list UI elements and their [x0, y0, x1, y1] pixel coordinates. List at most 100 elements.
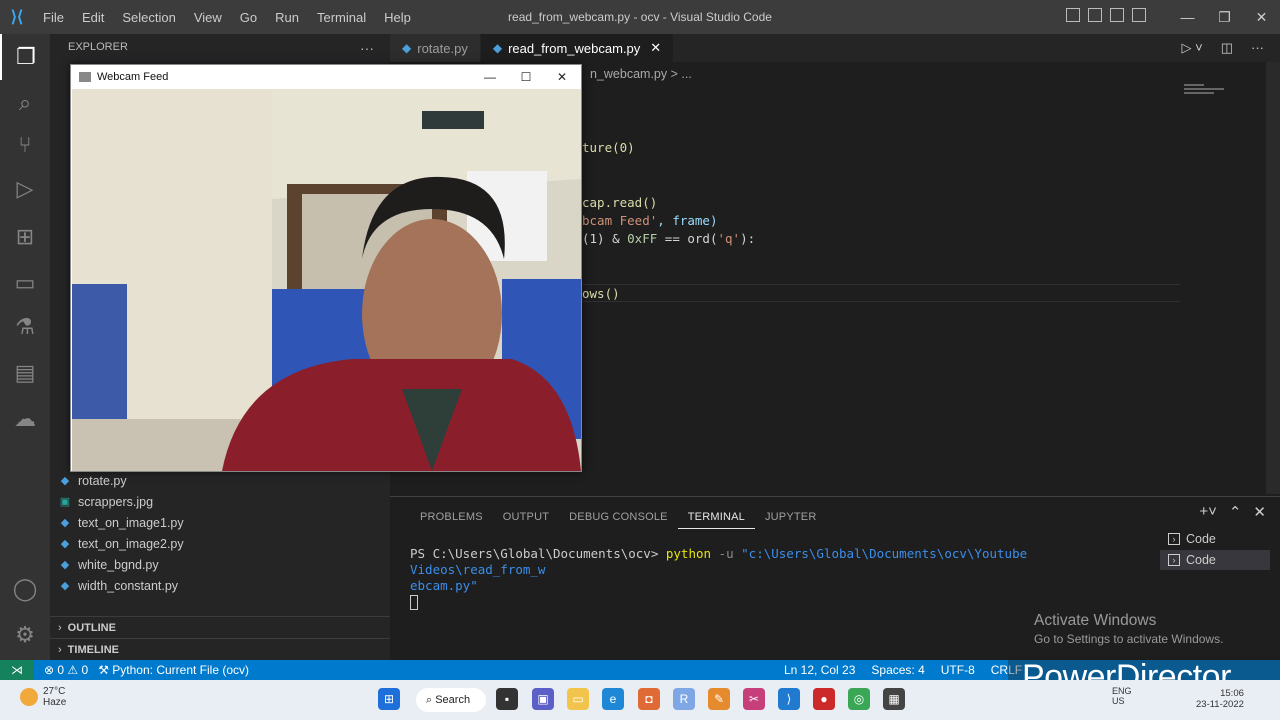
- menu-run[interactable]: Run: [266, 10, 308, 25]
- recorder-icon[interactable]: ●: [813, 688, 835, 710]
- terminal-list-item[interactable]: › Code: [1160, 550, 1270, 570]
- webcam-close-button[interactable]: ✕: [544, 67, 580, 87]
- code-line[interactable]: cap.read(): [582, 195, 657, 210]
- vscode-taskbar-icon[interactable]: ⟩: [778, 688, 800, 710]
- tab-read-from-webcam[interactable]: ◆ read_from_webcam.py ✕: [480, 34, 675, 62]
- explorer-icon[interactable]: ❐: [0, 34, 50, 80]
- extensions-icon[interactable]: ⊞: [0, 214, 50, 260]
- timeline-section[interactable]: › TIMELINE: [50, 638, 390, 660]
- webcam-maximize-button[interactable]: ☐: [508, 67, 544, 87]
- split-editor-icon[interactable]: ◫: [1221, 40, 1233, 56]
- edge-icon[interactable]: e: [602, 688, 624, 710]
- explorer-header: EXPLORER: [68, 41, 128, 53]
- settings-gear-icon[interactable]: ⚙: [0, 612, 50, 658]
- more-actions-icon[interactable]: ···: [1251, 40, 1264, 56]
- teams-icon[interactable]: ▣: [532, 688, 554, 710]
- menu-terminal[interactable]: Terminal: [308, 10, 375, 25]
- close-tab-icon[interactable]: ✕: [650, 40, 661, 56]
- app-icon[interactable]: ✎: [708, 688, 730, 710]
- maximize-panel-icon[interactable]: ⌃: [1229, 503, 1242, 521]
- tab-debug-console[interactable]: DEBUG CONSOLE: [559, 505, 678, 529]
- code-line[interactable]: ture(0): [582, 140, 635, 155]
- tab-terminal[interactable]: TERMINAL: [677, 505, 755, 529]
- testing-icon[interactable]: ⚗: [0, 304, 50, 350]
- file-item-scrappers[interactable]: ▣ scrappers.jpg: [58, 491, 153, 512]
- title-bar: ⟩⟨ File Edit Selection View Go Run Termi…: [0, 0, 1280, 34]
- task-view-icon[interactable]: ▪: [496, 688, 518, 710]
- minimize-button[interactable]: —: [1169, 0, 1206, 34]
- snipping-tool-icon[interactable]: ✂: [743, 688, 765, 710]
- minimap[interactable]: [1184, 84, 1264, 104]
- start-icon[interactable]: ⊞: [378, 688, 400, 710]
- toggle-panel-icon[interactable]: [1088, 8, 1102, 22]
- close-button[interactable]: ✕: [1243, 0, 1280, 34]
- account-icon[interactable]: ◯: [0, 566, 50, 612]
- terminal-list-item[interactable]: › Code: [1160, 529, 1270, 549]
- tab-output[interactable]: OUTPUT: [493, 505, 559, 529]
- menu-edit[interactable]: Edit: [73, 10, 113, 25]
- clock[interactable]: 15:06 23-11-2022: [1196, 688, 1244, 710]
- file-item-text-on-image2[interactable]: ◆ text_on_image2.py: [58, 533, 184, 554]
- file-item-width-constant[interactable]: ◆ width_constant.py: [58, 575, 178, 596]
- tab-jupyter[interactable]: JUPYTER: [755, 505, 827, 529]
- file-explorer-icon[interactable]: ▭: [567, 688, 589, 710]
- search-icon[interactable]: ⌕: [0, 80, 50, 126]
- menu-help[interactable]: Help: [375, 10, 420, 25]
- office-icon[interactable]: ◘: [638, 688, 660, 710]
- toggle-secondary-sidebar-icon[interactable]: [1110, 8, 1124, 22]
- code-line[interactable]: (1) & 0xFF == ord('q'):: [582, 231, 755, 246]
- lang-code: ENG: [1112, 686, 1132, 696]
- remote-indicator-icon[interactable]: ⋊: [0, 660, 34, 680]
- code-token: ture(0): [582, 140, 635, 155]
- restore-button[interactable]: ❐: [1206, 0, 1243, 34]
- chrome-icon[interactable]: ◎: [848, 688, 870, 710]
- menu-view[interactable]: View: [185, 10, 231, 25]
- toggle-sidebar-icon[interactable]: [1066, 8, 1080, 22]
- source-control-icon[interactable]: ⑂: [0, 122, 50, 168]
- code-line[interactable]: bcam Feed', frame): [582, 213, 717, 228]
- language-indicator[interactable]: ENG US: [1112, 686, 1132, 706]
- file-item-rotate[interactable]: ◆ rotate.py: [58, 470, 127, 491]
- file-label: scrappers.jpg: [78, 494, 154, 509]
- webcam-image: [72, 89, 581, 471]
- taskbar-search[interactable]: ⌕ Search: [416, 688, 486, 712]
- code-token: 'q': [717, 231, 741, 246]
- run-file-icon[interactable]: ▷ ˅: [1182, 40, 1203, 56]
- menu-file[interactable]: File: [34, 10, 73, 25]
- indentation[interactable]: Spaces: 4: [871, 663, 924, 677]
- file-item-white-bgnd[interactable]: ◆ white_bgnd.py: [58, 554, 159, 575]
- weather-widget[interactable]: 27°C Haze: [20, 686, 66, 708]
- editor-scrollbar[interactable]: [1266, 62, 1280, 494]
- docker-icon[interactable]: ☁: [0, 396, 50, 442]
- vscode-logo-icon: ⟩⟨: [10, 9, 24, 26]
- panel-tabs: PROBLEMS OUTPUT DEBUG CONSOLE TERMINAL J…: [410, 505, 826, 529]
- python-window-icon[interactable]: ▦: [883, 688, 905, 710]
- terminal-command: python: [665, 546, 712, 561]
- jupyter-icon[interactable]: ▤: [0, 350, 50, 396]
- webcam-feed-window[interactable]: Webcam Feed — ☐ ✕: [70, 64, 582, 472]
- menu-go[interactable]: Go: [231, 10, 266, 25]
- terminal-output[interactable]: PS C:\Users\Global\Documents\ocv> python…: [410, 546, 1150, 610]
- breadcrumb[interactable]: n_webcam.py > ...: [590, 67, 692, 81]
- close-panel-icon[interactable]: ✕: [1253, 503, 1266, 521]
- new-terminal-icon[interactable]: +˅: [1199, 503, 1217, 521]
- section-label: OUTLINE: [67, 621, 116, 634]
- errors-indicator[interactable]: ⊗ 0 ⚠ 0: [44, 663, 88, 677]
- current-line-highlight: [582, 284, 1180, 302]
- encoding[interactable]: UTF-8: [941, 663, 975, 677]
- menu-selection[interactable]: Selection: [113, 10, 184, 25]
- r-app-icon[interactable]: R: [673, 688, 695, 710]
- webcam-minimize-button[interactable]: —: [472, 67, 508, 87]
- tab-problems[interactable]: PROBLEMS: [410, 505, 493, 529]
- run-config[interactable]: ⚒ Python: Current File (ocv): [98, 663, 249, 677]
- tab-rotate[interactable]: ◆ rotate.py: [390, 34, 481, 62]
- search-label: Search: [435, 694, 471, 706]
- more-actions-icon[interactable]: ···: [360, 40, 374, 56]
- run-debug-icon[interactable]: ▷: [0, 166, 50, 212]
- customize-layout-icon[interactable]: [1132, 8, 1146, 22]
- file-item-text-on-image1[interactable]: ◆ text_on_image1.py: [58, 512, 184, 533]
- outline-section[interactable]: › OUTLINE: [50, 616, 390, 638]
- remote-explorer-icon[interactable]: ▭: [0, 260, 50, 306]
- cursor-position[interactable]: Ln 12, Col 23: [784, 663, 855, 677]
- code-line[interactable]: ows(): [582, 286, 620, 301]
